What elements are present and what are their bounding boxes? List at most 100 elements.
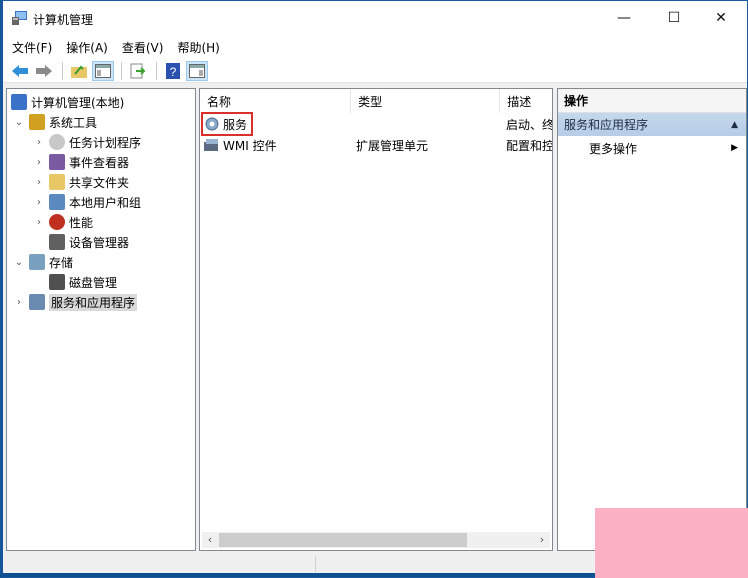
tree-item-label: 计算机管理(本地) — [31, 95, 125, 110]
menu-help[interactable]: 帮助(H) — [177, 39, 219, 56]
storage-icon — [29, 254, 45, 270]
help-icon: ? — [166, 62, 180, 79]
console-tree: 计算机管理(本地) ⌄ 系统工具 › 任务计划程序 › 事件查看器 › 共享文件夹 › 本地用户和组… — [6, 88, 196, 551]
action-section-label: 服务和应用程序 — [564, 118, 649, 132]
toolbar-separator — [156, 61, 157, 80]
maximize-icon: ☐ — [667, 10, 681, 26]
forward-button[interactable] — [33, 61, 55, 81]
scroll-left-icon[interactable]: ‹ — [202, 533, 218, 546]
tree-item[interactable]: ⌄ 存储 — [13, 252, 73, 272]
action-more-actions[interactable]: 更多操作 ▶ — [558, 137, 746, 159]
tree-item[interactable]: ⌄ 系统工具 — [13, 112, 97, 132]
tree-item[interactable]: › 共享文件夹 — [33, 172, 129, 192]
column-header-description[interactable]: 描述 — [500, 89, 552, 113]
wmi-description: 配置和控 — [506, 138, 552, 153]
device-manager-icon — [49, 234, 65, 250]
close-icon: ✕ — [715, 10, 727, 26]
back-button[interactable] — [9, 61, 31, 81]
disk-icon — [49, 274, 65, 290]
scroll-right-icon[interactable]: › — [534, 533, 550, 546]
export-list-icon — [130, 63, 146, 78]
close-button[interactable]: ✕ — [698, 1, 744, 35]
list-header: 名称 类型 描述 — [200, 89, 552, 113]
action-pane-icon — [189, 63, 205, 78]
menu-action[interactable]: 操作(A) — [66, 39, 108, 56]
minimize-icon: — — [617, 10, 631, 26]
collapse-chevron-icon[interactable]: › — [33, 157, 45, 168]
tree-item[interactable]: › 服务和应用程序 — [13, 292, 138, 312]
collapse-chevron-icon[interactable]: › — [33, 217, 45, 228]
forward-arrow-icon — [36, 64, 52, 77]
title-bar[interactable]: 计算机管理 — ☐ ✕ — [3, 1, 747, 35]
collapse-chevron-icon[interactable]: › — [33, 177, 45, 188]
column-header-name[interactable]: 名称 — [200, 89, 352, 113]
tree-item-label: 系统工具 — [49, 115, 98, 130]
collapse-chevron-icon[interactable]: › — [13, 297, 25, 308]
wmi-icon — [204, 139, 218, 151]
menu-bar: 文件(F) 操作(A) 查看(V) 帮助(H) — [3, 35, 747, 59]
action-pane-header: 操作 — [558, 89, 746, 113]
menu-view[interactable]: 查看(V) — [122, 39, 164, 56]
tree-item-label: 本地用户和组 — [69, 195, 142, 210]
services-description: 启动、终 — [506, 117, 552, 132]
toolbar-separator — [121, 61, 122, 80]
tools-icon — [29, 114, 45, 130]
tree-item-label: 存储 — [49, 255, 74, 270]
submenu-arrow-icon: ▶ — [731, 143, 738, 153]
horizontal-scrollbar[interactable]: ‹ › — [202, 532, 550, 548]
expand-chevron-icon[interactable]: ⌄ — [13, 117, 25, 128]
event-viewer-icon — [49, 154, 65, 170]
console-tree-icon — [95, 63, 111, 78]
wmi-name: WMI 控件 — [223, 138, 277, 153]
scrollbar-thumb[interactable] — [219, 533, 467, 547]
action-pane: 操作 服务和应用程序 ▲ 更多操作 ▶ — [557, 88, 747, 551]
minimize-button[interactable]: — — [601, 1, 647, 35]
tree-item-label: 任务计划程序 — [69, 135, 142, 150]
computer-management-icon — [11, 94, 27, 110]
services-apps-icon — [29, 294, 45, 310]
computer-management-window: 计算机管理 — ☐ ✕ 文件(F) 操作(A) 查看(V) 帮助(H) ? 计算… — [0, 0, 748, 578]
collapse-caret-icon[interactable]: ▲ — [731, 120, 738, 130]
collapse-chevron-icon[interactable]: › — [33, 137, 45, 148]
tree-item-label: 服务和应用程序 — [49, 293, 138, 311]
show-hide-action-pane-button[interactable] — [186, 60, 208, 81]
tree-item[interactable]: 设备管理器 — [33, 232, 129, 252]
tree-item-label: 设备管理器 — [69, 235, 130, 250]
up-folder-icon — [71, 65, 87, 78]
svg-text:?: ? — [170, 65, 177, 79]
collapse-chevron-icon[interactable]: › — [33, 197, 45, 208]
clock-icon — [49, 134, 65, 150]
watermark-overlay — [595, 508, 748, 578]
export-list-button[interactable] — [127, 61, 149, 81]
results-list: 名称 类型 描述 服务 启动、终 WMI 控件 扩展管理单元 配置和控 ‹ › — [199, 88, 553, 551]
toolbar-separator — [62, 61, 63, 80]
show-hide-console-tree-button[interactable] — [92, 60, 114, 81]
column-header-type[interactable]: 类型 — [351, 89, 501, 113]
tree-item[interactable]: 计算机管理(本地) — [11, 92, 124, 112]
performance-icon — [49, 214, 65, 230]
tree-item[interactable]: 磁盘管理 — [33, 272, 117, 292]
action-section-services-apps[interactable]: 服务和应用程序 ▲ — [558, 113, 746, 136]
tree-item[interactable]: › 任务计划程序 — [33, 132, 141, 152]
back-arrow-icon — [12, 64, 28, 77]
users-icon — [49, 194, 65, 210]
highlight-box — [201, 112, 253, 136]
wmi-type: 扩展管理单元 — [356, 138, 429, 153]
maximize-button[interactable]: ☐ — [651, 1, 697, 35]
tree-item-label: 共享文件夹 — [69, 175, 130, 190]
more-actions-label: 更多操作 — [589, 141, 638, 156]
tree-item[interactable]: › 事件查看器 — [33, 152, 129, 172]
computer-management-icon — [12, 11, 27, 25]
expand-chevron-icon[interactable]: ⌄ — [13, 257, 25, 268]
tree-item-label: 磁盘管理 — [69, 275, 118, 290]
status-separator — [315, 556, 316, 572]
tree-item[interactable]: › 性能 — [33, 212, 93, 232]
tree-item-label: 事件查看器 — [69, 155, 130, 170]
help-button[interactable]: ? — [162, 61, 184, 81]
tree-item-label: 性能 — [69, 215, 94, 230]
menu-file[interactable]: 文件(F) — [12, 39, 52, 56]
list-row-wmi[interactable]: WMI 控件 扩展管理单元 配置和控 — [200, 135, 552, 155]
toolbar: ? — [3, 59, 747, 83]
up-one-level-button[interactable] — [68, 61, 90, 81]
tree-item[interactable]: › 本地用户和组 — [33, 192, 141, 212]
